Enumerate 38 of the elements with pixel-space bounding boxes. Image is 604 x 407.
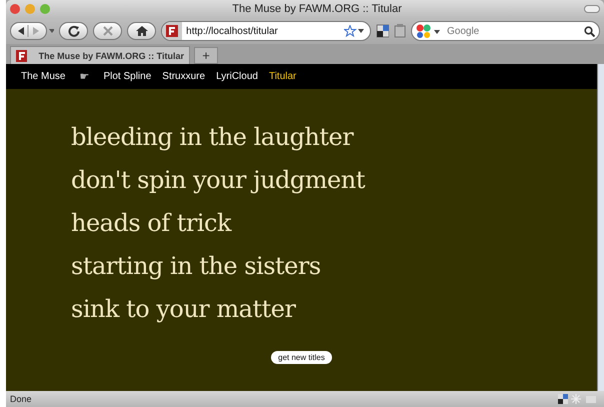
star-icon[interactable] (344, 25, 366, 37)
site-icon (16, 50, 27, 62)
new-tab-button[interactable]: + (194, 47, 218, 64)
song-title: don't spin your judgment (71, 165, 365, 196)
nav-link[interactable]: LyriCloud (216, 71, 258, 82)
dropdown-icon[interactable] (48, 29, 54, 33)
stop-button[interactable] (93, 22, 122, 40)
reload-icon (68, 25, 80, 37)
song-title: sink to your matter (71, 294, 297, 325)
bookmarks-icon[interactable] (376, 24, 390, 38)
get-new-titles-button[interactable]: get new titles (271, 351, 332, 364)
close-icon (102, 25, 114, 37)
nav-link[interactable]: The Muse (21, 71, 66, 82)
status-icons (558, 394, 598, 404)
scrollbar[interactable] (597, 64, 604, 391)
song-title: heads of trick (71, 208, 233, 239)
song-title: bleeding in the laughter (71, 122, 355, 153)
search-engine-icon[interactable] (416, 24, 442, 38)
site-icon (162, 22, 182, 40)
window-title: The Muse by FAWM.ORG :: Titular (231, 3, 403, 15)
toolbar-toggle-button[interactable] (584, 5, 600, 13)
nav-link[interactable]: Titular (268, 71, 296, 82)
search-field[interactable]: Google (410, 21, 600, 41)
browser-tab[interactable]: The Muse by FAWM.ORG :: Titular (10, 46, 190, 64)
home-button[interactable] (127, 22, 156, 40)
back-forward-button[interactable] (10, 22, 47, 40)
search-input[interactable]: Google (444, 24, 581, 38)
nav-link[interactable]: Plot Spline (103, 71, 152, 82)
home-icon (136, 25, 148, 37)
close-button[interactable] (10, 4, 20, 14)
pointing-hand-icon: ☛ (76, 70, 92, 83)
search-icon (584, 26, 595, 36)
address-field[interactable]: http://localhost/titular (161, 21, 371, 41)
reload-button[interactable] (59, 22, 88, 40)
clipboard-icon[interactable] (394, 24, 406, 38)
song-title: starting in the sisters (71, 251, 322, 282)
status-text: Done (10, 394, 32, 404)
nav-link[interactable]: Struxxure (162, 71, 206, 82)
